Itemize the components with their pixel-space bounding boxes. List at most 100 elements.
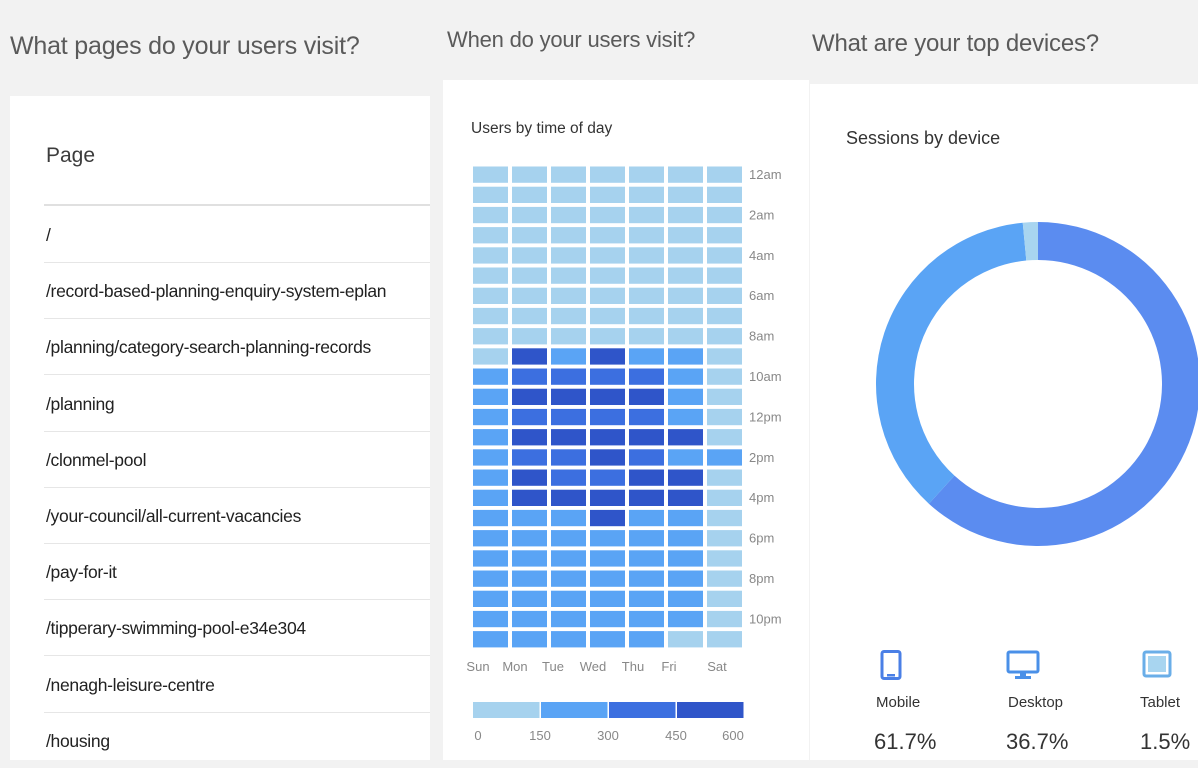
heatmap-cell[interactable]	[668, 550, 703, 567]
heatmap-cell[interactable]	[707, 247, 742, 264]
heatmap-cell[interactable]	[512, 227, 547, 244]
heatmap-cell[interactable]	[551, 631, 586, 648]
heatmap-cell[interactable]	[512, 489, 547, 506]
heatmap-cell[interactable]	[707, 166, 742, 183]
heatmap-cell[interactable]	[707, 206, 742, 224]
heatmap-cell[interactable]	[512, 328, 547, 345]
heatmap-cell[interactable]	[629, 227, 664, 244]
heatmap-cell[interactable]	[707, 368, 742, 385]
heatmap-cell[interactable]	[668, 348, 703, 365]
heatmap-cell[interactable]	[473, 328, 508, 345]
heatmap-cell[interactable]	[512, 388, 547, 405]
heatmap-cell[interactable]	[590, 469, 625, 486]
table-row[interactable]: /your-council/all-current-vacancies	[44, 487, 430, 544]
heatmap-cell[interactable]	[551, 206, 586, 224]
heatmap-cell[interactable]	[590, 206, 625, 224]
heatmap-cell[interactable]	[707, 631, 742, 648]
heatmap-cell[interactable]	[629, 489, 664, 506]
heatmap-cell[interactable]	[551, 287, 586, 304]
heatmap-cell[interactable]	[668, 429, 703, 446]
heatmap-cell[interactable]	[551, 307, 586, 325]
heatmap-cell[interactable]	[512, 166, 547, 183]
table-row[interactable]: /pay-for-it	[44, 543, 430, 601]
heatmap-cell[interactable]	[512, 206, 547, 224]
heatmap-cell[interactable]	[473, 186, 508, 203]
heatmap-cell[interactable]	[473, 610, 508, 628]
page-path-link[interactable]: /planning	[46, 394, 115, 415]
heatmap-cell[interactable]	[590, 429, 625, 446]
table-row[interactable]: /housing	[44, 712, 430, 768]
heatmap-cell[interactable]	[668, 287, 703, 304]
heatmap-cell[interactable]	[668, 530, 703, 547]
heatmap-cell[interactable]	[590, 590, 625, 607]
heatmap-cell[interactable]	[590, 247, 625, 264]
heatmap-cell[interactable]	[551, 348, 586, 365]
heatmap-cell[interactable]	[551, 368, 586, 385]
heatmap-cell[interactable]	[668, 206, 703, 224]
heatmap-cell[interactable]	[668, 247, 703, 264]
heatmap-cell[interactable]	[707, 227, 742, 244]
heatmap-cell[interactable]	[707, 307, 742, 325]
heatmap-cell[interactable]	[590, 307, 625, 325]
heatmap-cell[interactable]	[512, 287, 547, 304]
table-row[interactable]: /tipperary-swimming-pool-e34e304	[44, 599, 430, 657]
heatmap-cell[interactable]	[668, 408, 703, 426]
heatmap-cell[interactable]	[707, 186, 742, 203]
heatmap-cell[interactable]	[590, 509, 625, 527]
heatmap-cell[interactable]	[512, 348, 547, 365]
heatmap-cell[interactable]	[512, 429, 547, 446]
heatmap-cell[interactable]	[590, 328, 625, 345]
heatmap-cell[interactable]	[629, 348, 664, 365]
heatmap-cell[interactable]	[629, 631, 664, 648]
heatmap-cell[interactable]	[551, 530, 586, 547]
heatmap-cell[interactable]	[590, 348, 625, 365]
heatmap-cell[interactable]	[551, 186, 586, 203]
heatmap-cell[interactable]	[551, 509, 586, 527]
heatmap-cell[interactable]	[629, 408, 664, 426]
heatmap-cell[interactable]	[629, 509, 664, 527]
heatmap-cell[interactable]	[668, 489, 703, 506]
page-path-link[interactable]: /clonmel-pool	[46, 450, 146, 471]
heatmap-cell[interactable]	[668, 449, 703, 466]
heatmap-cell[interactable]	[629, 368, 664, 385]
heatmap-cell[interactable]	[590, 530, 625, 547]
page-path-link[interactable]: /	[46, 225, 51, 246]
table-row[interactable]: /nenagh-leisure-centre	[44, 656, 430, 713]
heatmap-cell[interactable]	[473, 348, 508, 365]
heatmap-cell[interactable]	[707, 408, 742, 426]
heatmap-cell[interactable]	[551, 489, 586, 506]
heatmap-cell[interactable]	[590, 186, 625, 203]
page-path-link[interactable]: /pay-for-it	[46, 562, 117, 583]
heatmap-cell[interactable]	[629, 267, 664, 284]
page-path-link[interactable]: /record-based-planning-enquiry-system-ep…	[46, 281, 387, 302]
heatmap-cell[interactable]	[668, 570, 703, 587]
heatmap-cell[interactable]	[512, 307, 547, 325]
heatmap-cell[interactable]	[473, 368, 508, 385]
heatmap-cell[interactable]	[707, 509, 742, 527]
heatmap-cell[interactable]	[551, 570, 586, 587]
page-path-link[interactable]: /tipperary-swimming-pool-e34e304	[46, 618, 306, 639]
heatmap-cell[interactable]	[629, 166, 664, 183]
heatmap-cell[interactable]	[668, 388, 703, 405]
heatmap-cell[interactable]	[473, 388, 508, 405]
heatmap-cell[interactable]	[668, 469, 703, 486]
heatmap-cell[interactable]	[551, 610, 586, 628]
heatmap-cell[interactable]	[512, 186, 547, 203]
heatmap-cell[interactable]	[629, 429, 664, 446]
heatmap-cell[interactable]	[551, 449, 586, 466]
heatmap-cell[interactable]	[512, 469, 547, 486]
heatmap-cell[interactable]	[473, 530, 508, 547]
heatmap-cell[interactable]	[473, 469, 508, 486]
heatmap-cell[interactable]	[473, 449, 508, 466]
heatmap-cell[interactable]	[551, 469, 586, 486]
heatmap-cell[interactable]	[629, 206, 664, 224]
heatmap-cell[interactable]	[473, 489, 508, 506]
heatmap-cell[interactable]	[512, 610, 547, 628]
heatmap-cell[interactable]	[512, 408, 547, 426]
heatmap-cell[interactable]	[629, 307, 664, 325]
page-path-link[interactable]: /planning/category-search-planning-recor…	[46, 337, 371, 358]
heatmap-cell[interactable]	[551, 590, 586, 607]
heatmap-cell[interactable]	[668, 227, 703, 244]
heatmap-cell[interactable]	[473, 631, 508, 648]
heatmap-cell[interactable]	[473, 590, 508, 607]
